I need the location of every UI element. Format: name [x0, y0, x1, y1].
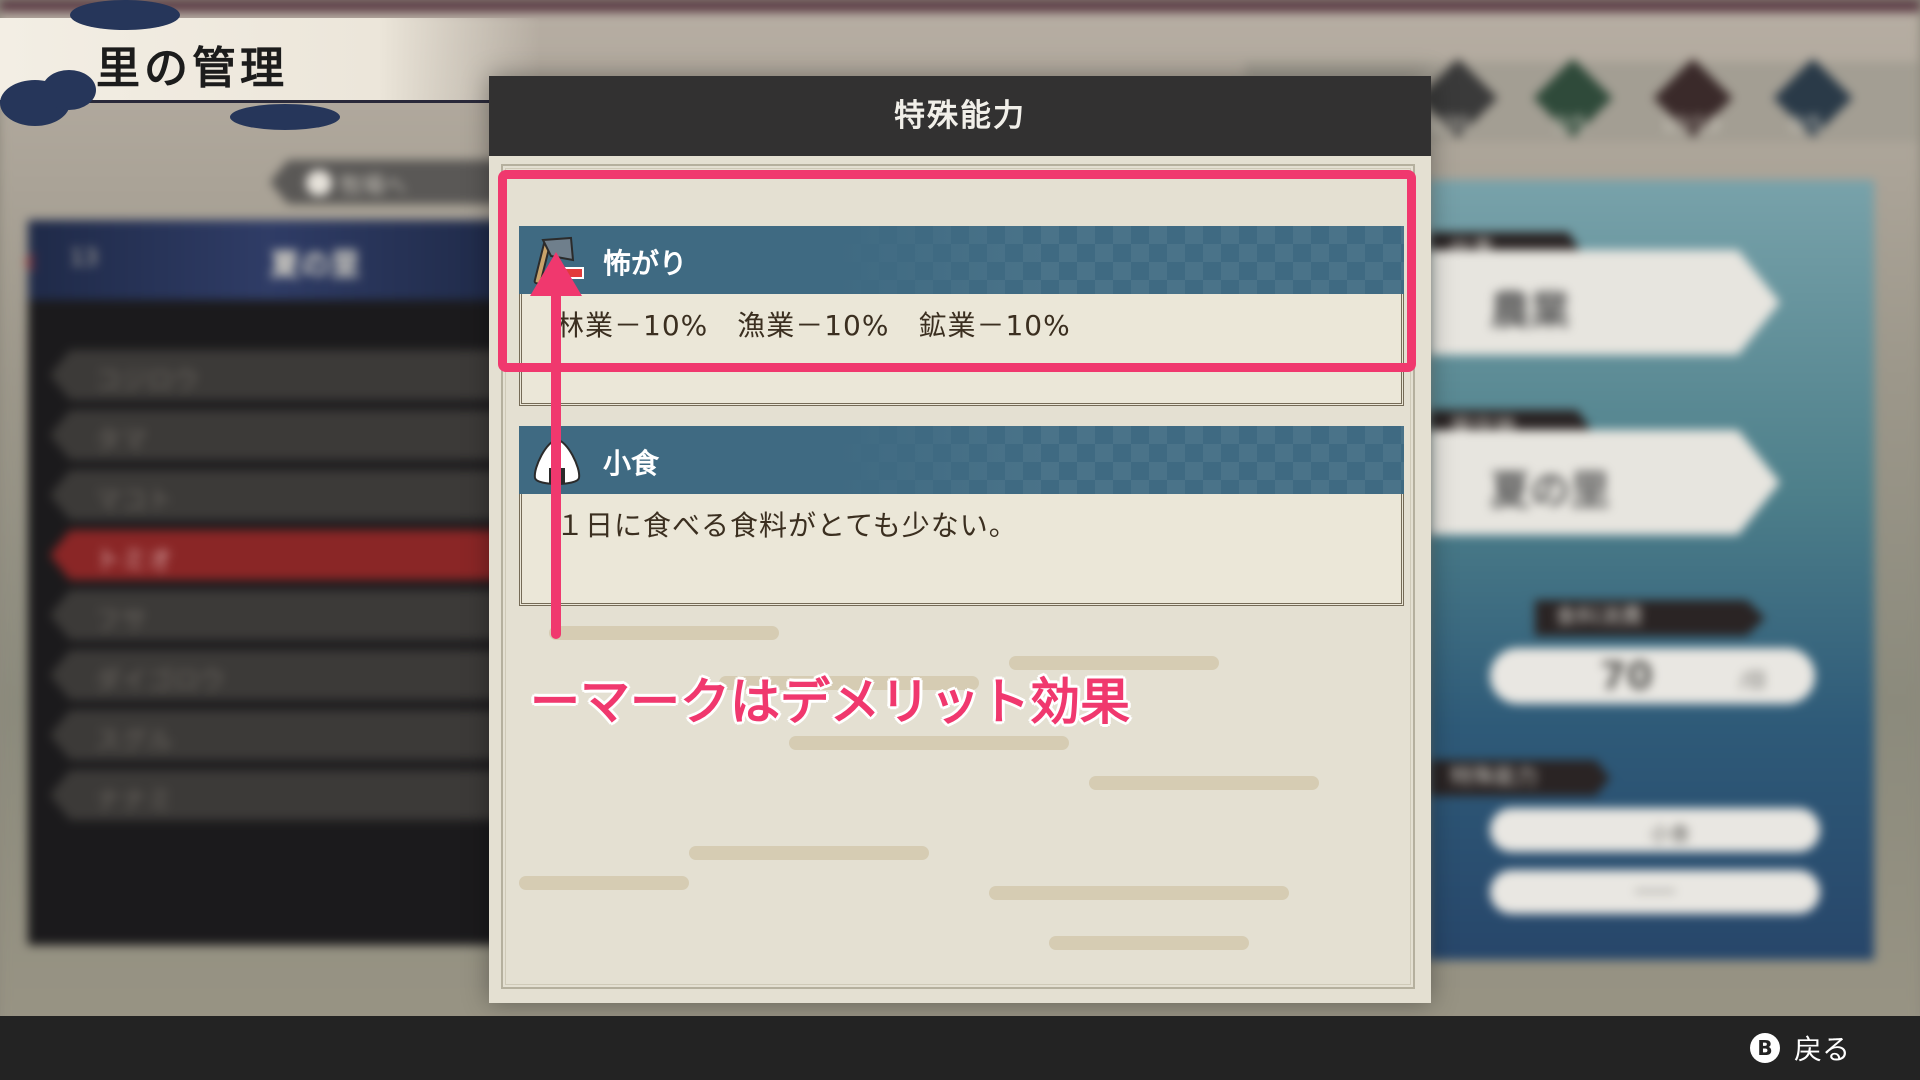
back-label: 戻る [1793, 1033, 1850, 1066]
annotation-note: ーマークはデメリット効果 [530, 673, 1130, 731]
arrow-up-icon [530, 252, 582, 639]
ability-description: １日に食べる食料がとても少ない。 [556, 509, 1018, 542]
food-consumption-pill: 70 /日 [1490, 648, 1815, 704]
villager-row[interactable]: マコト [50, 470, 500, 520]
ability-label: 特殊能力 [1430, 760, 1610, 796]
cloud-ornament-icon [42, 70, 96, 110]
highlight-box [498, 170, 1416, 372]
village-name: 夏の里 [270, 248, 360, 283]
villager-row[interactable]: タマ [50, 410, 500, 460]
back-button[interactable]: B 戻る [1749, 1026, 1850, 1070]
villager-row[interactable]: ナナミ [50, 770, 500, 820]
prev-village-arrow-icon[interactable]: ‹ [22, 238, 38, 284]
page-title: 里の管理 [96, 43, 288, 94]
job-card[interactable]: 農業 [1430, 250, 1780, 355]
ability-chip-empty[interactable]: ―― [1490, 870, 1820, 914]
residence-card[interactable]: 夏の里 [1430, 430, 1780, 535]
villager-row[interactable]: ダイゴロウ [50, 650, 500, 700]
b-button-icon: B [1749, 1033, 1780, 1063]
villager-row-selected[interactable]: トミオ [50, 530, 500, 580]
village-count: 13 [70, 246, 98, 271]
food-label: 食料消費 [1535, 600, 1765, 636]
ability-chip[interactable]: 小食 [1490, 808, 1820, 852]
pasture-button[interactable]: 牧場へ [270, 160, 510, 204]
ability-name: 小食 [603, 447, 660, 480]
game-screen: 牧場へ ‹ 13 夏の里 コジロウ タマ マコト トミオ フサ ダイゴロウ スグ… [0, 0, 1920, 1080]
villager-row[interactable]: コジロウ [50, 350, 500, 400]
villager-list-panel [28, 220, 508, 945]
village-header [28, 220, 508, 300]
villager-row[interactable]: フサ [50, 590, 500, 640]
villager-row[interactable]: スグル [50, 710, 500, 760]
dialog-title: 特殊能力 [489, 76, 1431, 156]
cloud-ornament-icon [230, 104, 340, 130]
footer-bar: B 戻る [0, 1016, 1920, 1080]
y-button-icon [306, 170, 332, 196]
cloud-ornament-icon [70, 0, 180, 30]
